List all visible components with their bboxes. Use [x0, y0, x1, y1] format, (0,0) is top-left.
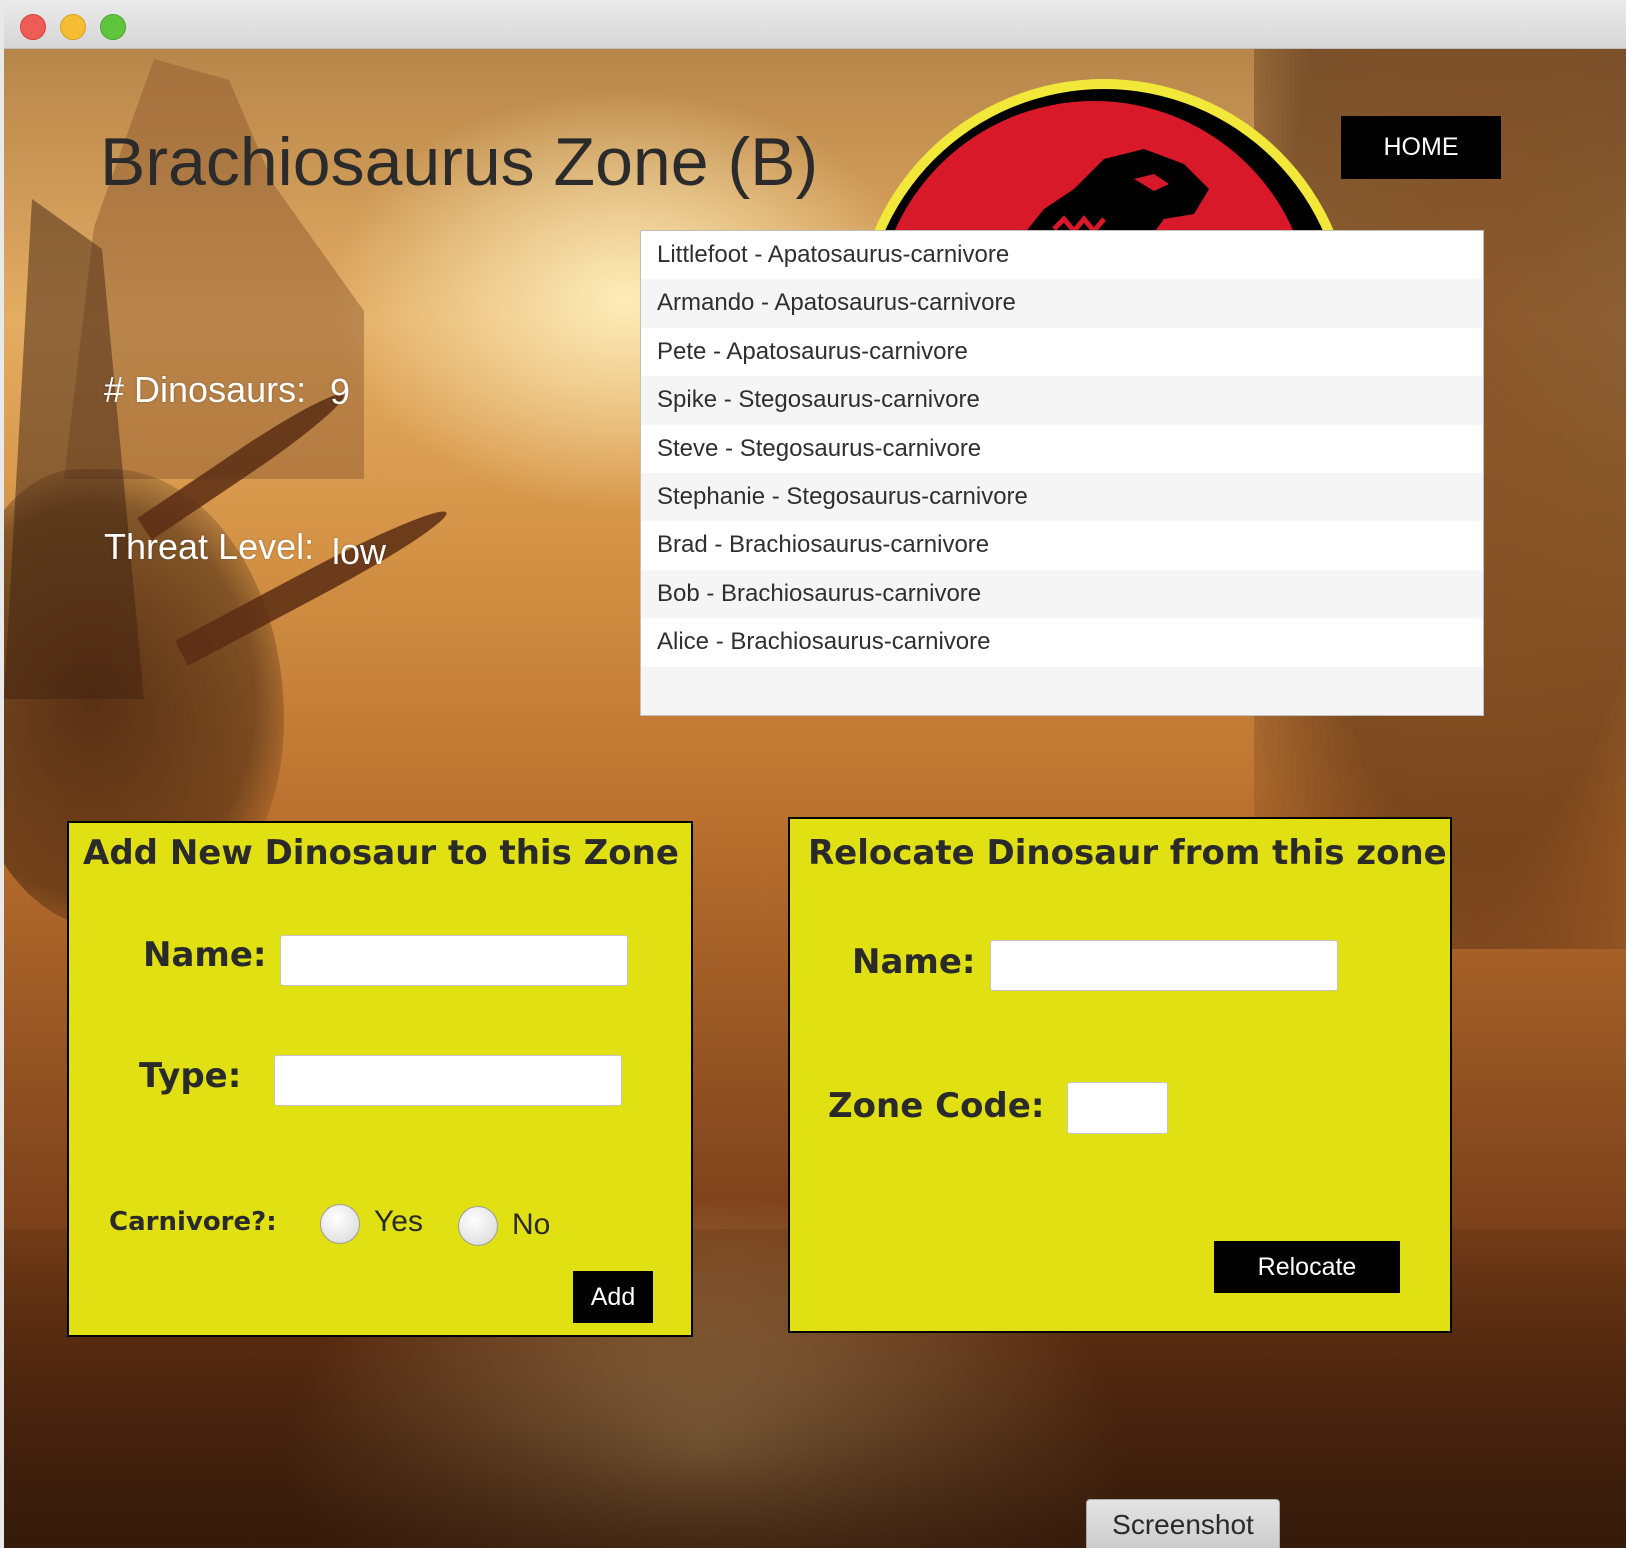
list-item[interactable]: Stephanie - Stegosaurus-carnivore [641, 472, 1483, 522]
list-item[interactable]: Spike - Stegosaurus-carnivore [641, 376, 1483, 425]
background-cliff [4, 199, 144, 699]
dinosaur-list[interactable]: Littlefoot - Apatosaurus-carnivore Arman… [640, 230, 1484, 716]
threat-level-label: Threat Level: [104, 526, 315, 567]
carnivore-label: Carnivore?: [109, 1207, 277, 1237]
add-panel-title: Add New Dinosaur to this Zone [83, 833, 679, 873]
dinosaur-count-label: # Dinosaurs: [104, 369, 307, 410]
relocate-name-input[interactable] [990, 940, 1338, 991]
close-window-button[interactable] [20, 14, 46, 40]
add-dinosaur-panel: Add New Dinosaur to this Zone Name: Type… [67, 821, 693, 1337]
home-button[interactable]: HOME [1341, 116, 1501, 179]
relocate-dinosaur-panel: Relocate Dinosaur from this zone Name: Z… [788, 817, 1452, 1333]
relocate-panel-title: Relocate Dinosaur from this zone [808, 833, 1447, 873]
relocate-button[interactable]: Relocate [1214, 1241, 1400, 1293]
add-button[interactable]: Add [573, 1271, 653, 1323]
list-item[interactable]: Littlefoot - Apatosaurus-carnivore [641, 231, 1483, 280]
zoom-window-button[interactable] [100, 14, 126, 40]
add-type-label: Type: [139, 1056, 242, 1096]
add-type-input[interactable] [274, 1055, 622, 1106]
list-item[interactable]: Armando - Apatosaurus-carnivore [641, 279, 1483, 328]
zone-title: Brachiosaurus Zone (B) [100, 124, 819, 200]
background-mountain [64, 59, 364, 479]
add-name-input[interactable] [280, 935, 628, 986]
minimize-window-button[interactable] [60, 14, 86, 40]
relocate-name-label: Name: [852, 942, 976, 982]
empty-list-row [641, 666, 1483, 715]
list-item[interactable]: Bob - Brachiosaurus-carnivore [641, 569, 1483, 619]
dinosaur-count-value: 9 [330, 371, 351, 412]
list-item[interactable]: Alice - Brachiosaurus-carnivore [641, 618, 1483, 667]
carnivore-no-radio[interactable] [458, 1206, 498, 1246]
zone-code-label: Zone Code: [828, 1086, 1045, 1126]
carnivore-yes-radio[interactable] [320, 1204, 360, 1244]
carnivore-no-label[interactable]: No [512, 1208, 550, 1242]
add-name-label: Name: [143, 935, 267, 975]
zone-code-input[interactable] [1067, 1082, 1168, 1134]
list-item[interactable]: Pete - Apatosaurus-carnivore [641, 327, 1483, 377]
zone-view: Brachiosaurus Zone (B) HOME # Dinosaurs:… [4, 49, 1626, 1548]
app-window: Brachiosaurus Zone (B) HOME # Dinosaurs:… [4, 0, 1626, 1548]
list-item[interactable]: Steve - Stegosaurus-carnivore [641, 424, 1483, 473]
title-bar [4, 0, 1626, 49]
list-item[interactable]: Brad - Brachiosaurus-carnivore [641, 521, 1483, 570]
screenshot-button[interactable]: Screenshot [1086, 1499, 1280, 1548]
threat-level-value: low [332, 531, 387, 572]
carnivore-yes-label[interactable]: Yes [374, 1205, 423, 1239]
